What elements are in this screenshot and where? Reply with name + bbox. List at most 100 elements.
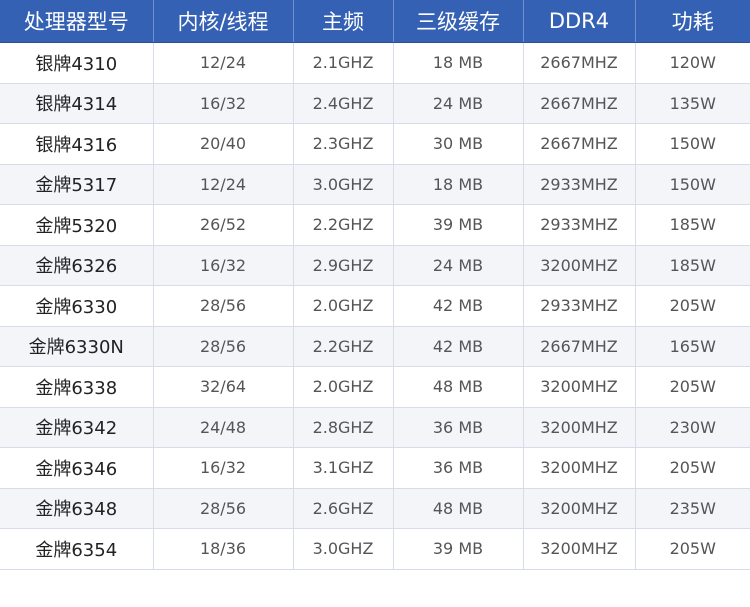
cell-model: 金牌6330	[0, 285, 154, 327]
table-row: 金牌6326 16/32 2.9GHZ 24 MB 3200MHZ 185W	[0, 245, 750, 286]
table-row: 金牌6338 32/64 2.0GHZ 48 MB 3200MHZ 205W	[0, 366, 750, 408]
cell-model: 金牌6354	[0, 528, 154, 570]
cell-power: 205W	[635, 447, 750, 489]
cell-model: 金牌5320	[0, 204, 154, 246]
cell-l3-cache: 18 MB	[393, 164, 524, 205]
cell-frequency: 3.0GHZ	[293, 164, 394, 205]
cell-cores-threads: 26/52	[153, 204, 294, 246]
cell-memory: 3200MHZ	[523, 407, 636, 448]
cell-memory: 3200MHZ	[523, 366, 636, 408]
table-row: 银牌4310 12/24 2.1GHZ 18 MB 2667MHZ 120W	[0, 42, 750, 84]
cell-model: 银牌4316	[0, 123, 154, 165]
cell-memory: 3200MHZ	[523, 528, 636, 570]
cell-l3-cache: 36 MB	[393, 447, 524, 489]
cell-memory: 3200MHZ	[523, 245, 636, 286]
cell-power: 150W	[635, 123, 750, 165]
cell-power: 185W	[635, 245, 750, 286]
cell-frequency: 3.0GHZ	[293, 528, 394, 570]
header-cores-threads: 内核/线程	[153, 0, 294, 43]
cell-frequency: 2.8GHZ	[293, 407, 394, 448]
cell-model: 金牌6348	[0, 488, 154, 529]
cell-memory: 3200MHZ	[523, 447, 636, 489]
cpu-spec-table: 处理器型号 内核/线程 主频 三级缓存 DDR4 功耗 银牌4310 12/24 2…	[0, 0, 750, 570]
cell-memory: 2933MHZ	[523, 285, 636, 327]
cell-model: 金牌5317	[0, 164, 154, 205]
cell-frequency: 3.1GHZ	[293, 447, 394, 489]
cell-model: 金牌6338	[0, 366, 154, 408]
cell-power: 205W	[635, 528, 750, 570]
table-row: 金牌5317 12/24 3.0GHZ 18 MB 2933MHZ 150W	[0, 164, 750, 205]
cell-l3-cache: 42 MB	[393, 326, 524, 367]
cell-frequency: 2.2GHZ	[293, 326, 394, 367]
cell-l3-cache: 30 MB	[393, 123, 524, 165]
table-row: 金牌6346 16/32 3.1GHZ 36 MB 3200MHZ 205W	[0, 447, 750, 489]
cell-cores-threads: 20/40	[153, 123, 294, 165]
cell-power: 135W	[635, 83, 750, 124]
cell-model: 银牌4310	[0, 42, 154, 84]
table-row: 金牌5320 26/52 2.2GHZ 39 MB 2933MHZ 185W	[0, 204, 750, 246]
cell-cores-threads: 16/32	[153, 83, 294, 124]
header-model: 处理器型号	[0, 0, 154, 43]
table-row: 金牌6348 28/56 2.6GHZ 48 MB 3200MHZ 235W	[0, 488, 750, 529]
cell-cores-threads: 28/56	[153, 326, 294, 367]
cell-l3-cache: 24 MB	[393, 245, 524, 286]
table-body: 银牌4310 12/24 2.1GHZ 18 MB 2667MHZ 120W 银牌4314 1…	[0, 42, 750, 570]
cell-frequency: 2.9GHZ	[293, 245, 394, 286]
cell-power: 185W	[635, 204, 750, 246]
cell-cores-threads: 28/56	[153, 285, 294, 327]
cell-cores-threads: 32/64	[153, 366, 294, 408]
cell-cores-threads: 16/32	[153, 245, 294, 286]
cell-cores-threads: 18/36	[153, 528, 294, 570]
cell-power: 205W	[635, 366, 750, 408]
table-row: 银牌4316 20/40 2.3GHZ 30 MB 2667MHZ 150W	[0, 123, 750, 165]
cell-memory: 2933MHZ	[523, 164, 636, 205]
cell-cores-threads: 16/32	[153, 447, 294, 489]
header-row: 处理器型号 内核/线程 主频 三级缓存 DDR4 功耗	[0, 0, 750, 43]
cell-memory: 2667MHZ	[523, 83, 636, 124]
cell-cores-threads: 12/24	[153, 42, 294, 84]
cell-cores-threads: 24/48	[153, 407, 294, 448]
cell-model: 金牌6346	[0, 447, 154, 489]
cell-memory: 2933MHZ	[523, 204, 636, 246]
cell-frequency: 2.1GHZ	[293, 42, 394, 84]
cell-l3-cache: 18 MB	[393, 42, 524, 84]
cell-power: 205W	[635, 285, 750, 327]
cell-frequency: 2.2GHZ	[293, 204, 394, 246]
cell-power: 230W	[635, 407, 750, 448]
table-header: 处理器型号 内核/线程 主频 三级缓存 DDR4 功耗	[0, 0, 750, 43]
cell-l3-cache: 42 MB	[393, 285, 524, 327]
cell-cores-threads: 12/24	[153, 164, 294, 205]
cell-power: 150W	[635, 164, 750, 205]
cell-l3-cache: 39 MB	[393, 528, 524, 570]
cell-frequency: 2.4GHZ	[293, 83, 394, 124]
header-memory: DDR4	[523, 0, 636, 43]
cell-model: 金牌6326	[0, 245, 154, 286]
cell-l3-cache: 39 MB	[393, 204, 524, 246]
table-row: 金牌6330N 28/56 2.2GHZ 42 MB 2667MHZ 165W	[0, 326, 750, 367]
table-row: 银牌4314 16/32 2.4GHZ 24 MB 2667MHZ 135W	[0, 83, 750, 124]
cell-memory: 3200MHZ	[523, 488, 636, 529]
cell-frequency: 2.0GHZ	[293, 285, 394, 327]
cell-power: 235W	[635, 488, 750, 529]
cell-l3-cache: 48 MB	[393, 366, 524, 408]
table-row: 金牌6354 18/36 3.0GHZ 39 MB 3200MHZ 205W	[0, 528, 750, 570]
cell-cores-threads: 28/56	[153, 488, 294, 529]
table-row: 金牌6330 28/56 2.0GHZ 42 MB 2933MHZ 205W	[0, 285, 750, 327]
cell-model: 银牌4314	[0, 83, 154, 124]
header-l3-cache: 三级缓存	[393, 0, 524, 43]
cell-frequency: 2.6GHZ	[293, 488, 394, 529]
header-power: 功耗	[635, 0, 750, 43]
cell-model: 金牌6330N	[0, 326, 154, 367]
cell-l3-cache: 36 MB	[393, 407, 524, 448]
cell-l3-cache: 48 MB	[393, 488, 524, 529]
cell-model: 金牌6342	[0, 407, 154, 448]
cell-memory: 2667MHZ	[523, 326, 636, 367]
cell-memory: 2667MHZ	[523, 42, 636, 84]
table-row: 金牌6342 24/48 2.8GHZ 36 MB 3200MHZ 230W	[0, 407, 750, 448]
cell-power: 165W	[635, 326, 750, 367]
cell-memory: 2667MHZ	[523, 123, 636, 165]
header-frequency: 主频	[293, 0, 394, 43]
cell-frequency: 2.3GHZ	[293, 123, 394, 165]
cell-power: 120W	[635, 42, 750, 84]
cell-frequency: 2.0GHZ	[293, 366, 394, 408]
